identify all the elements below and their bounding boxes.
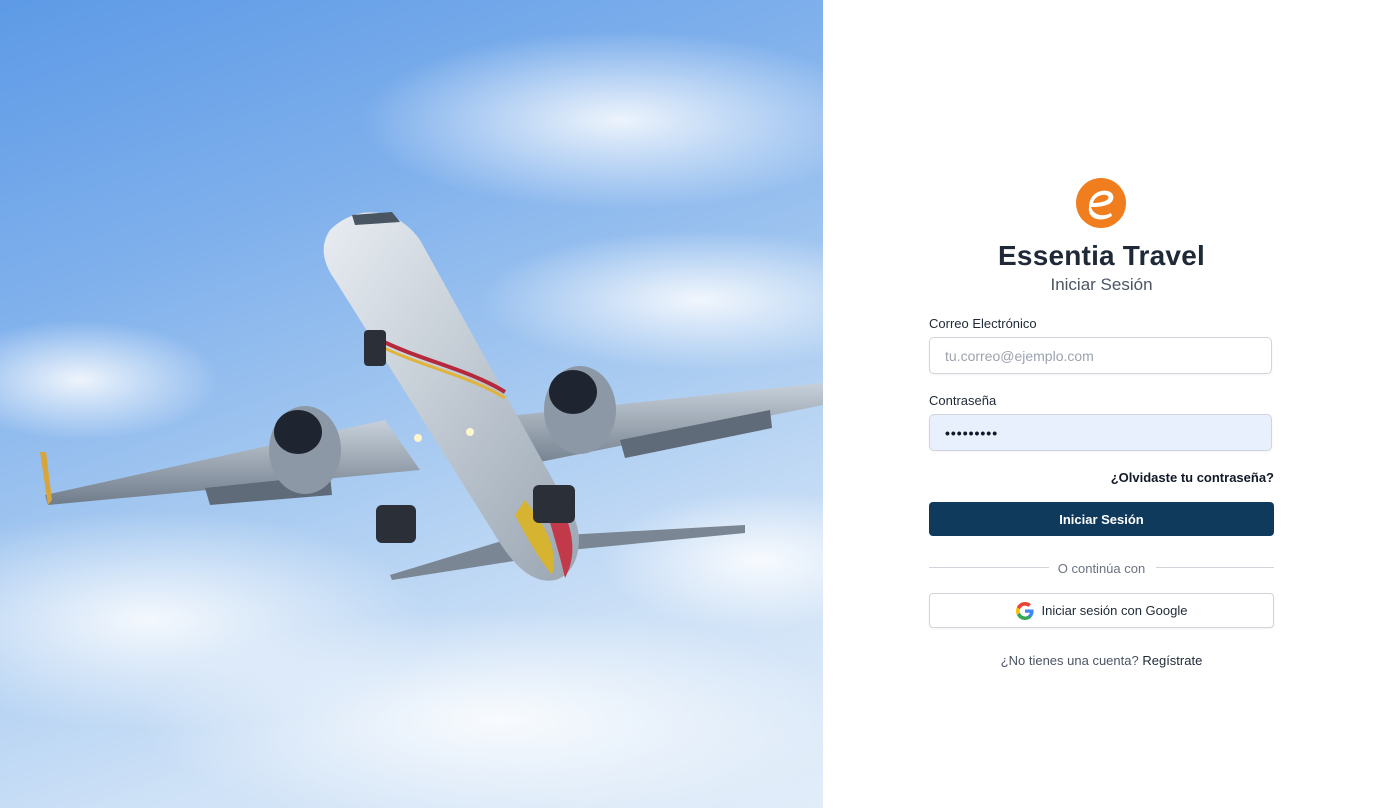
signup-prompt: ¿No tienes una cuenta? Regístrate [929,653,1274,668]
login-panel: Essentia Travel Iniciar Sesión Correo El… [823,0,1373,808]
google-icon [1015,601,1034,620]
airplane-illustration [0,30,823,808]
google-signin-label: Iniciar sesión con Google [1041,603,1188,618]
password-field[interactable] [929,414,1272,451]
signup-prompt-text: ¿No tienes una cuenta? [1000,653,1139,668]
login-button[interactable]: Iniciar Sesión [929,502,1274,536]
essentia-e-logo-icon [1076,178,1126,228]
email-field[interactable] [929,337,1272,374]
google-signin-button[interactable]: Iniciar sesión con Google [929,593,1274,628]
hero-image-airplane [0,0,823,808]
email-label: Correo Electrónico [929,316,1037,331]
password-label: Contraseña [929,393,997,408]
page-title: Iniciar Sesión [1050,275,1153,294]
forgot-password-link[interactable]: ¿Olvidaste tu contraseña? [1111,470,1274,485]
brand-name: Essentia Travel [998,240,1205,271]
signup-link[interactable]: Regístrate [1142,653,1202,668]
divider-text: O continúa con [929,561,1274,576]
